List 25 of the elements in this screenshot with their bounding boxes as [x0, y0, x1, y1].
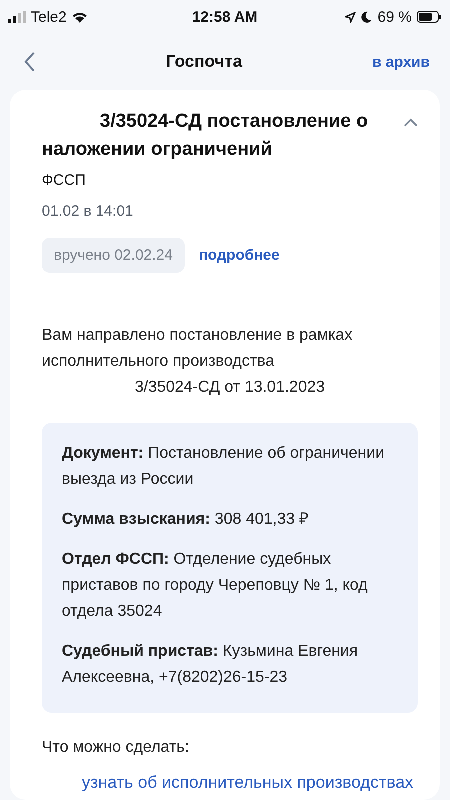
moon-icon	[360, 11, 373, 23]
battery-icon	[417, 11, 442, 23]
signal-icon	[8, 11, 26, 23]
back-icon[interactable]	[24, 52, 36, 72]
info-field: Судебный пристав: Кузьмина Евгения Алексеевна, +7(8202)26-15-23	[62, 639, 398, 691]
wifi-icon	[72, 11, 88, 23]
page-title: Госпочта	[166, 52, 242, 72]
carrier-name: Tele2	[31, 8, 67, 26]
battery-percent: 69 %	[378, 8, 412, 26]
info-field: Отдел ФССП: Отделение судебных приставов по городу Череповцу № 1, код отдела 35024	[62, 547, 398, 625]
intro-text: Вам направлено постановление в рамках исполнительного производства	[42, 326, 354, 372]
info-field: Сумма взыскания: 308 401,33 ₽	[62, 507, 398, 533]
message-title: 3/35024-СД постановление о наложении ограничений	[42, 110, 370, 162]
message-date: 01.02 в 14:01	[42, 203, 134, 220]
collapse-icon[interactable]	[404, 118, 418, 127]
archive-link[interactable]: в архив	[372, 54, 430, 70]
action-link[interactable]: узнать об исполнительных производствах	[82, 773, 418, 793]
case-number: 3/35024-СД от 13.01.2023	[134, 378, 326, 398]
clock-time: 12:58 AM	[192, 8, 258, 26]
actions-heading: Что можно сделать:	[42, 739, 190, 757]
details-link[interactable]: подробнее	[198, 247, 280, 264]
sender-name: ФССП	[42, 172, 87, 189]
location-icon	[344, 12, 356, 22]
delivery-status: вручено 02.02.24	[42, 238, 185, 273]
info-field: Документ: Постановление об ограничении выезда из России	[62, 441, 398, 493]
